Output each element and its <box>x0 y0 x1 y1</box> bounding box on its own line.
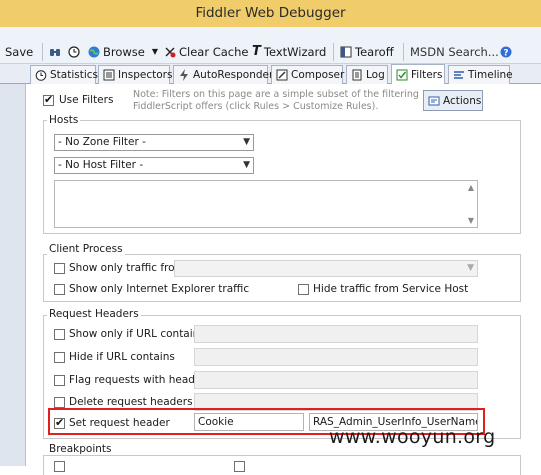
svg-text:?: ? <box>503 49 508 59</box>
tab-filters[interactable]: Filters <box>391 64 445 85</box>
use-filters-checkbox[interactable] <box>43 93 54 106</box>
flag-requests-input[interactable] <box>194 371 478 389</box>
lightning-icon <box>180 69 188 81</box>
timeline-icon <box>454 71 464 79</box>
toolbar-separator <box>42 43 43 61</box>
tab-log[interactable]: Log <box>346 65 388 84</box>
timer-button[interactable] <box>68 43 80 61</box>
tearoff-icon <box>340 46 352 58</box>
breakpoint-checkbox-1[interactable] <box>54 461 65 472</box>
help-icon: ? <box>500 46 512 58</box>
title-bar: Fiddler Web Debugger <box>0 0 541 27</box>
delete-headers-label: Delete request headers <box>69 396 193 408</box>
tab-composer[interactable]: Composer <box>271 65 344 84</box>
client-process-group-title: Client Process <box>47 243 125 255</box>
show-only-ie-checkbox[interactable] <box>54 284 65 295</box>
clock-icon <box>68 46 80 58</box>
scroll-down-icon[interactable]: ▼ <box>468 216 474 225</box>
hide-url-label: Hide if URL contains <box>69 351 175 363</box>
tab-inspectors[interactable]: Inspectors <box>98 65 172 84</box>
globe-icon <box>88 46 100 58</box>
show-only-traffic-from-label: Show only traffic from <box>69 262 185 274</box>
window-title: Fiddler Web Debugger <box>195 5 346 21</box>
filters-note: Note: Filters on this page are a simple … <box>133 89 419 112</box>
request-headers-group-title: Request Headers <box>47 308 141 320</box>
save-button[interactable]: Save <box>2 43 33 61</box>
hide-service-host-label: Hide traffic from Service Host <box>313 283 469 295</box>
host-list-textarea[interactable]: ▲ ▼ <box>54 180 478 228</box>
log-icon <box>352 69 362 81</box>
hosts-group-title: Hosts <box>47 114 81 126</box>
textwizard-icon: T <box>252 44 261 59</box>
tearoff-button[interactable]: Tearoff <box>340 43 394 61</box>
sessions-pane-edge <box>0 84 26 466</box>
breakpoints-group-title: Breakpoints <box>47 443 114 455</box>
tab-statistics[interactable]: Statistics <box>30 65 98 84</box>
show-only-traffic-from-checkbox[interactable] <box>54 263 65 274</box>
host-filter-select[interactable]: - No Host Filter - ▼ <box>54 157 254 174</box>
show-only-url-checkbox[interactable] <box>54 329 65 340</box>
chevron-down-icon: ▼ <box>151 47 159 56</box>
tab-timeline[interactable]: Timeline <box>448 65 513 84</box>
browse-button[interactable]: Browse ▼ <box>88 43 158 61</box>
chevron-down-icon: ▼ <box>467 263 474 273</box>
hide-url-checkbox[interactable] <box>54 352 65 363</box>
actions-icon <box>428 96 440 105</box>
delete-headers-checkbox[interactable] <box>54 397 65 408</box>
process-select[interactable]: ▼ <box>174 260 478 277</box>
binoculars-icon <box>50 49 60 56</box>
watermark: www.wooyun.org <box>329 426 496 448</box>
breakpoints-group <box>43 455 521 475</box>
help-button[interactable]: ? <box>500 43 512 61</box>
show-only-url-input[interactable] <box>194 325 478 343</box>
flag-requests-label: Flag requests with headers <box>69 374 212 386</box>
breakpoint-checkbox-2[interactable] <box>234 461 245 472</box>
textwizard-button[interactable]: T TextWizard <box>252 43 326 61</box>
toolbar: Save Browse ▼ Clear Cache T TextWizard T… <box>0 27 541 64</box>
toolbar-separator <box>403 43 404 61</box>
clear-cache-button[interactable]: Clear Cache <box>164 43 249 61</box>
toolbar-separator <box>333 43 334 61</box>
filters-panel: Use Filters Note: Filters on this page a… <box>27 84 541 475</box>
msdn-search-box[interactable]: MSDN Search... <box>410 43 499 61</box>
flag-requests-checkbox[interactable] <box>54 375 65 386</box>
scroll-up-icon[interactable]: ▲ <box>468 183 474 192</box>
stopwatch-icon <box>35 70 47 81</box>
inspectors-icon <box>103 69 115 81</box>
chevron-down-icon: ▼ <box>243 137 250 147</box>
hide-url-input[interactable] <box>194 348 478 366</box>
composer-icon <box>276 69 288 81</box>
tab-autoresponder[interactable]: AutoResponder <box>173 65 273 84</box>
show-only-ie-label: Show only Internet Explorer traffic <box>69 283 250 295</box>
tab-strip: Statistics Inspectors AutoResponder Comp… <box>0 64 541 85</box>
chevron-down-icon: ▼ <box>243 160 250 170</box>
use-filters-label: Use Filters <box>59 94 114 106</box>
show-only-url-label: Show only if URL contains <box>69 328 205 340</box>
clear-cache-icon <box>165 47 176 58</box>
find-button[interactable] <box>49 43 61 61</box>
zone-filter-select[interactable]: - No Zone Filter - ▼ <box>54 134 254 151</box>
actions-button[interactable]: Actions <box>423 90 483 111</box>
hide-service-host-checkbox[interactable] <box>298 284 309 295</box>
checkbox-icon <box>396 69 408 81</box>
